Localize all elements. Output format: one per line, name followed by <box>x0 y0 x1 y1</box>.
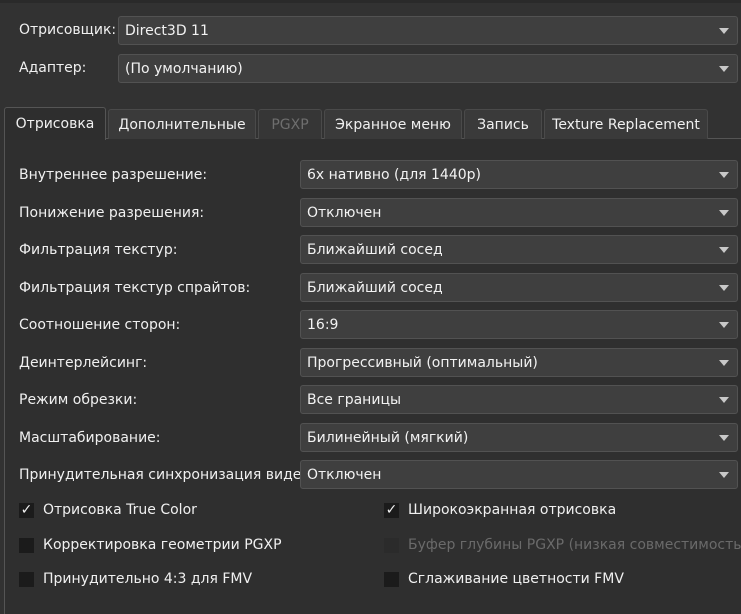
checkbox-widescreen[interactable]: ✓ Широкоэкранная отрисовка <box>384 502 616 518</box>
texture-filtering-select[interactable]: Ближайший сосед <box>300 235 738 264</box>
tab-texture-replacement[interactable]: Texture Replacement <box>544 109 708 139</box>
texture-filtering-value: Ближайший сосед <box>307 241 443 258</box>
checkmark-icon: ✓ <box>20 501 33 518</box>
texture-filtering-label: Фильтрация текстур: <box>19 242 178 258</box>
aspect-ratio-select[interactable]: 16:9 <box>300 310 738 339</box>
downsampling-select[interactable]: Отключен <box>300 198 738 227</box>
checkmark-icon: ✓ <box>385 501 398 518</box>
tab-advanced[interactable]: Дополнительные <box>108 109 256 139</box>
sprite-texture-filtering-value: Ближайший сосед <box>307 279 443 296</box>
internal-resolution-label: Внутреннее разрешение: <box>19 167 208 183</box>
scaling-value: Билинейный (мягкий) <box>307 429 469 446</box>
chevron-down-icon <box>719 360 729 366</box>
checkbox-label: Буфер глубины PGXP (низкая совместимость… <box>408 537 741 553</box>
renderer-select[interactable]: Direct3D 11 <box>118 16 738 45</box>
tab-pgxp[interactable]: PGXP <box>258 109 322 139</box>
adapter-value: (По умолчанию) <box>125 60 243 77</box>
chevron-down-icon <box>719 435 729 441</box>
chevron-down-icon <box>719 247 729 253</box>
renderer-value: Direct3D 11 <box>125 22 209 39</box>
checkbox-label: Широкоэкранная отрисовка <box>408 502 617 518</box>
force-video-sync-select[interactable]: Отключен <box>300 460 738 489</box>
tab-rendering[interactable]: Отрисовка <box>4 107 106 140</box>
checkbox-chroma-smoothing-fmv[interactable]: Сглаживание цветности FMV <box>384 571 624 587</box>
downsampling-value: Отключен <box>307 204 382 221</box>
checkbox-label: Отрисовка True Color <box>43 502 197 518</box>
force-video-sync-label: Принудительная синхронизация видео: <box>19 467 315 483</box>
window-top-edge <box>0 0 741 3</box>
internal-resolution-select[interactable]: 6x нативно (для 1440p) <box>300 160 738 189</box>
checkbox-label: Корректировка геометрии PGXP <box>43 537 282 553</box>
scaling-label: Масштабирование: <box>19 430 161 446</box>
deinterlacing-label: Деинтерлейсинг: <box>19 355 148 371</box>
aspect-ratio-value: 16:9 <box>307 316 339 333</box>
checkbox-label: Принудительно 4:3 для FMV <box>43 571 253 587</box>
checkbox-pgxp-depth-buffer[interactable]: Буфер глубины PGXP (низкая совместимость… <box>384 537 741 553</box>
checkbox-box[interactable] <box>19 571 34 587</box>
checkbox-box[interactable]: ✓ <box>384 501 399 518</box>
sprite-texture-filtering-label: Фильтрация текстур спрайтов: <box>19 280 251 296</box>
crop-mode-label: Режим обрезки: <box>19 392 138 408</box>
deinterlacing-value: Прогрессивный (оптимальный) <box>307 354 538 371</box>
chevron-down-icon <box>719 172 729 178</box>
chevron-down-icon <box>719 472 729 478</box>
adapter-label: Адаптер: <box>19 60 87 76</box>
crop-mode-value: Все границы <box>307 391 402 408</box>
internal-resolution-value: 6x нативно (для 1440p) <box>307 166 481 183</box>
checkbox-box[interactable] <box>19 537 34 553</box>
renderer-label: Отрисовщик: <box>19 22 117 38</box>
checkbox-box[interactable]: ✓ <box>19 501 34 518</box>
deinterlacing-select[interactable]: Прогрессивный (оптимальный) <box>300 348 738 377</box>
checkbox-true-color[interactable]: ✓ Отрисовка True Color <box>19 502 197 518</box>
chevron-down-icon <box>719 397 729 403</box>
tab-recording[interactable]: Запись <box>464 109 542 139</box>
checkbox-label: Сглаживание цветности FMV <box>408 571 624 587</box>
checkbox-pgxp-geometry[interactable]: Корректировка геометрии PGXP <box>19 537 282 553</box>
chevron-down-icon <box>719 28 729 34</box>
chevron-down-icon <box>719 285 729 291</box>
adapter-select[interactable]: (По умолчанию) <box>118 54 738 83</box>
tab-osd[interactable]: Экранное меню <box>324 109 462 139</box>
sprite-texture-filtering-select[interactable]: Ближайший сосед <box>300 273 738 302</box>
checkbox-force-4-3-fmv[interactable]: Принудительно 4:3 для FMV <box>19 571 252 587</box>
checkbox-box[interactable] <box>384 537 399 553</box>
chevron-down-icon <box>719 322 729 328</box>
checkbox-box[interactable] <box>384 571 399 587</box>
crop-mode-select[interactable]: Все границы <box>300 385 738 414</box>
scaling-select[interactable]: Билинейный (мягкий) <box>300 423 738 452</box>
aspect-ratio-label: Соотношение сторон: <box>19 317 181 333</box>
downsampling-label: Понижение разрешения: <box>19 205 205 221</box>
chevron-down-icon <box>719 210 729 216</box>
chevron-down-icon <box>719 66 729 72</box>
force-video-sync-value: Отключен <box>307 466 382 483</box>
